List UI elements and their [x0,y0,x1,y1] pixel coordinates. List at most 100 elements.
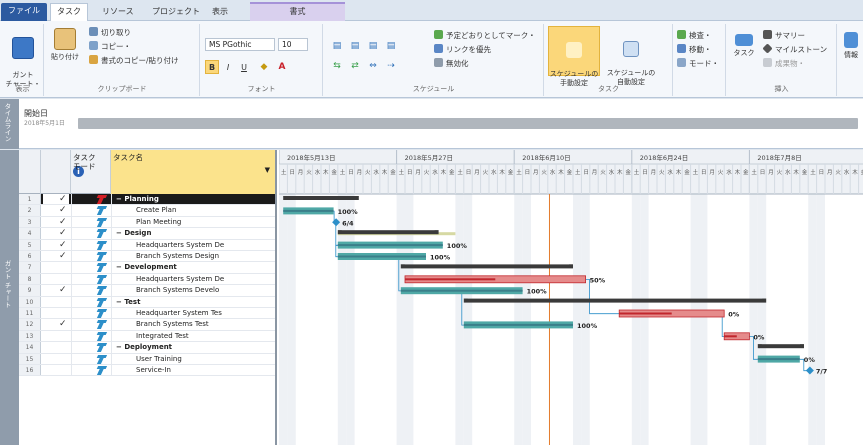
row-id[interactable]: 12 [19,319,41,330]
row-id[interactable]: 6 [19,251,41,262]
copy-button[interactable]: コピー・ [89,41,131,53]
inspect-button[interactable]: 検査・ [677,30,712,42]
row-id[interactable]: 16 [19,365,41,376]
link-icon[interactable]: ⇆ [330,60,344,72]
tab-file[interactable]: ファイル [1,3,47,21]
task-name-cell[interactable]: Headquarter System Tes [111,308,275,319]
table-row[interactable]: 16 Service-In [19,365,275,377]
table-row[interactable]: 13 Integrated Test [19,330,275,343]
row-id[interactable]: 1 [19,194,41,205]
gantt-chart-button[interactable]: ガント チャート・ [5,26,41,88]
task-name-cell[interactable]: − Planning [111,194,275,205]
summary-bar[interactable] [757,344,804,349]
summary-bar[interactable] [337,230,439,235]
table-row[interactable]: 12 ✓ Branch Systems Test [19,319,275,331]
task-name-cell[interactable]: − Design [111,228,275,239]
mode-button[interactable]: モード・ [677,58,719,70]
table-row[interactable]: 15 User Training [19,353,275,365]
unlink-icon[interactable]: ⇄ [348,60,362,72]
row-id[interactable]: 2 [19,205,41,216]
mark-on-track-button[interactable]: 予定どおりとしてマーク・ [434,30,536,42]
task-name-cell[interactable]: Branch Systems Test [111,319,275,330]
task-name-cell[interactable]: Branch Systems Develo [111,285,275,296]
cut-button[interactable]: 切り取り [89,27,131,39]
font-size-select[interactable]: 10 [278,38,308,51]
manually-schedule-button[interactable]: スケジュールの 手動設定 [548,26,600,87]
task-name-cell[interactable]: Branch Systems Design [111,251,275,262]
row-id[interactable]: 13 [19,330,41,342]
underline-button[interactable]: U [237,60,251,74]
table-row[interactable]: 3 ✓ Plan Meeting [19,216,275,229]
tab-view[interactable]: 表示 [206,4,234,21]
task-name-cell[interactable]: Integrated Test [111,330,275,342]
tab-resource[interactable]: リソース [96,4,140,21]
summary-bar[interactable] [283,196,359,200]
critical-progress-bar [724,335,737,338]
respect-links-button[interactable]: リンクを優先 [434,44,491,56]
summary-bar[interactable] [400,264,573,269]
table-row[interactable]: 10 − Test [19,296,275,308]
outdent-icon[interactable]: ▤ [348,40,362,52]
font-color-icon[interactable]: A [275,61,289,73]
task-name-cell[interactable]: Plan Meeting [111,216,275,228]
milestone-button[interactable]: マイルストーン [762,43,827,56]
table-row[interactable]: 5 ✓ Headquarters System De [19,239,275,251]
table-row[interactable]: 7 − Development [19,262,275,274]
move-icon[interactable]: ⇔ [366,60,380,72]
table-row[interactable]: 11 Headquarter System Tes [19,308,275,320]
row-id[interactable]: 11 [19,308,41,319]
progress-25-icon[interactable]: ▤ [366,40,380,52]
table-row[interactable]: 8 Headquarters System De [19,273,275,286]
bold-button[interactable]: B [205,60,219,74]
task-name-cell[interactable]: − Deployment [111,342,275,353]
inactivate-button[interactable]: 無効化 [434,58,469,70]
task-name-cell[interactable]: − Test [111,296,275,307]
row-id[interactable]: 3 [19,216,41,228]
chevron-down-icon[interactable]: ▼ [265,166,270,175]
task-name-cell[interactable]: Headquarters System De [111,273,275,285]
split-icon[interactable]: ⇢ [384,60,398,72]
table-row[interactable]: 9 ✓ Branch Systems Develo [19,285,275,297]
table-row[interactable]: 6 ✓ Branch Systems Design [19,251,275,263]
progress-50-icon[interactable]: ▤ [384,40,398,52]
table-row[interactable]: 14 − Deployment [19,342,275,354]
row-id[interactable]: 5 [19,239,41,250]
paste-button[interactable]: 貼り付け [47,26,83,76]
task-mode-header[interactable]: タスク モード [71,150,111,194]
task-name-cell[interactable]: − Development [111,262,275,273]
select-all-cell[interactable] [19,150,41,194]
row-id[interactable]: 7 [19,262,41,273]
table-row[interactable]: 4 ✓ − Design [19,228,275,240]
row-id[interactable]: 15 [19,353,41,364]
task-name-cell[interactable]: User Training [111,353,275,364]
gantt-chart-canvas[interactable]: 2018年5月13日 2018年5月27日 2018年6月10日 2018年6月24日… [279,150,863,445]
italic-button[interactable]: I [221,60,235,74]
timeline-bar[interactable] [78,118,858,129]
insert-task-button[interactable]: タスク [729,26,759,76]
move-button[interactable]: 移動・ [677,44,712,56]
fill-color-icon[interactable]: ◆ [257,61,271,73]
task-name-cell[interactable]: Service-In [111,365,275,376]
row-id[interactable]: 4 [19,228,41,239]
auto-schedule-button[interactable]: スケジュールの 自動設定 [605,26,657,86]
task-name-cell[interactable]: Create Plan [111,205,275,216]
row-id[interactable]: 9 [19,285,41,296]
task-name-cell[interactable]: Headquarters System De [111,239,275,250]
table-row[interactable]: 2 ✓ Create Plan [19,205,275,217]
font-family-select[interactable]: MS PGothic [205,38,275,51]
row-id[interactable]: 10 [19,296,41,307]
row-id[interactable]: 14 [19,342,41,353]
indicators-header[interactable]: i [41,150,84,194]
task-name-header[interactable]: タスク名 ▼ [111,150,275,194]
tab-project[interactable]: プロジェクト [146,4,206,21]
tab-task[interactable]: タスク [50,3,88,21]
format-painter-button[interactable]: 書式のコピー/貼り付け [89,55,179,67]
tab-format[interactable]: 書式 [250,2,345,21]
deliverable-button[interactable]: 成果物・ [763,58,805,70]
indent-icon[interactable]: ▤ [330,40,344,52]
summary-button[interactable]: サマリー [763,30,805,42]
information-button[interactable]: 情報 [840,26,862,76]
table-row[interactable]: 1 ✓ − Planning [19,194,275,206]
row-id[interactable]: 8 [19,273,41,285]
summary-bar[interactable] [463,298,767,303]
